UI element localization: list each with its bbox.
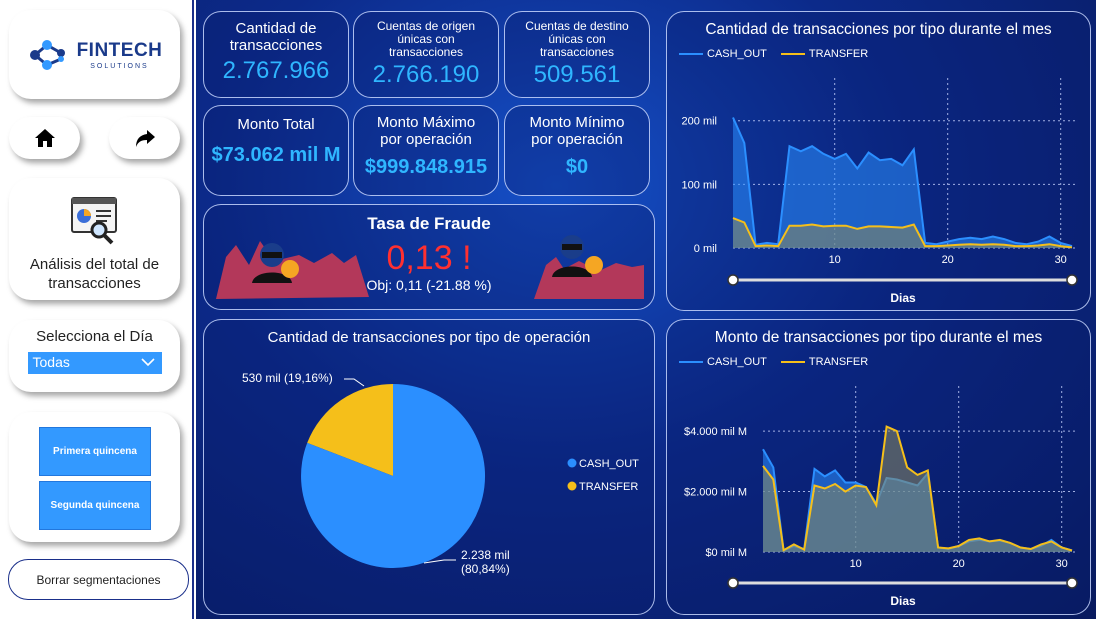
analysis-report-icon <box>70 197 117 245</box>
pie-legend-dot-cash_out <box>567 458 577 468</box>
kpi-monto-total-title: Monto Total <box>237 116 315 133</box>
pie-legend-dot-transfer <box>567 481 577 491</box>
home-icon <box>34 129 55 147</box>
kpi-monto-min-value: $0 <box>565 156 589 178</box>
pie-panel: Cantidad de transacciones por tipo de op… <box>203 319 655 615</box>
share-button[interactable] <box>109 117 180 159</box>
range-slider-handle-start <box>727 577 739 589</box>
logo-sub: SOLUTIONS <box>90 62 149 70</box>
kpi-destino-value: 509.561 <box>533 61 621 88</box>
x-axis-title: Dias <box>890 594 916 608</box>
fraud-value: 0,13 ! <box>386 239 472 277</box>
count-area-chart: 0 mil 100 mil 200 mil 10 20 30 Dias <box>682 78 1078 305</box>
day-select-value: Todas <box>32 354 70 370</box>
kpi-monto-max-value: $999.848.915 <box>364 156 488 178</box>
pie-label-cashout: 2.238 mil <box>461 548 510 562</box>
analysis-label: Análisis del total de transacciones <box>29 256 160 292</box>
logo-icon <box>29 39 65 70</box>
x-tick-label: 20 <box>953 558 965 570</box>
x-tick-label: 30 <box>1055 254 1067 266</box>
y-tick-label: 100 mil <box>682 179 717 191</box>
kpi-monto-min: Monto Mínimo por operación $0 <box>504 105 650 196</box>
pie-legend-label-transfer: TRANSFER <box>579 481 638 493</box>
x-tick-label: 30 <box>1056 558 1068 570</box>
y-tick-label: 200 mil <box>682 116 717 128</box>
y-tick-label: $0 mil M <box>705 547 747 559</box>
kpi-origen-title: Cuentas de origen únicas con transaccion… <box>376 19 476 59</box>
pie-label-transfer: 530 mil (19,16%) <box>242 371 333 385</box>
range-slider-handle-end <box>1066 577 1078 589</box>
amount-chart-panel: Monto de transacciones por tipo durante … <box>666 319 1091 615</box>
pie-legend-label-cash_out: CASH_OUT <box>579 458 639 470</box>
kpi-monto-max: Monto Máximo por operación $999.848.915 <box>353 105 499 196</box>
chevron-down-icon <box>140 358 155 367</box>
quincena-card: Primera quincena Segunda quincena <box>9 412 180 542</box>
count-chart-panel: Cantidad de transacciones por tipo duran… <box>666 11 1091 311</box>
x-tick-label: 10 <box>850 558 862 570</box>
pie-leader-line <box>344 378 365 387</box>
analysis-card[interactable]: Análisis del total de transacciones <box>9 178 180 300</box>
y-tick-label: 0 mil <box>694 243 717 255</box>
logo-card: FINTECH SOLUTIONS <box>9 10 180 99</box>
day-filter-card: Selecciona el Día Todas <box>9 320 180 392</box>
pie-chart: 530 mil (19,16%) 2.238 mil(80,84%) CASH_OU… <box>242 371 639 576</box>
y-tick-label: $2.000 mil M <box>684 487 747 499</box>
day-select[interactable]: Todas <box>27 352 162 374</box>
x-axis-title: Dias <box>890 291 916 305</box>
dashboard-main: Cantidad de transacciones 2.767.966 Cuen… <box>196 0 1096 619</box>
kpi-monto-min-title: Monto Mínimo por operación <box>529 114 625 148</box>
pie-label-cashout-pct: (80,84%) <box>461 562 510 576</box>
amount-area-chart: $0 mil M $2.000 mil M $4.000 mil M 10 20 30 Di… <box>684 386 1078 608</box>
range-slider-handle-end <box>1066 274 1078 286</box>
share-arrow-icon <box>135 130 155 147</box>
kpi-monto-total: Monto Total $73.062 mil M <box>203 105 349 196</box>
clear-filters-button[interactable]: Borrar segmentaciones <box>8 559 189 600</box>
fraud-target: Obj: 0,11 (-21.88 %) <box>366 277 492 293</box>
kpi-origen-value: 2.766.190 <box>372 61 480 88</box>
kpi-cantidad-value: 2.767.966 <box>222 57 330 84</box>
kpi-cantidad-title: Cantidad de transacciones <box>229 20 323 54</box>
home-button[interactable] <box>9 117 80 159</box>
series-area-transfer <box>763 426 1072 552</box>
x-tick-label: 20 <box>942 254 954 266</box>
kpi-monto-max-title: Monto Máximo por operación <box>376 114 476 148</box>
kpi-origen: Cuentas de origen únicas con transaccion… <box>353 11 499 98</box>
segunda-quincena-button[interactable]: Segunda quincena <box>39 481 151 530</box>
primera-quincena-button[interactable]: Primera quincena <box>39 427 151 476</box>
kpi-destino: Cuentas de destino únicas con transaccio… <box>504 11 650 98</box>
kpi-cantidad: Cantidad de transacciones 2.767.966 <box>203 11 349 98</box>
kpi-destino-title: Cuentas de destino únicas con transaccio… <box>525 19 629 59</box>
x-tick-label: 10 <box>829 254 841 266</box>
kpi-monto-total-value: $73.062 mil M <box>211 144 341 166</box>
range-slider-handle-start <box>727 274 739 286</box>
logo-text: FINTECH SOLUTIONS <box>77 40 163 70</box>
y-tick-label: $4.000 mil M <box>684 426 747 438</box>
day-filter-label: Selecciona el Día <box>36 328 153 345</box>
fraud-panel: Tasa de Fraude 0,13 ! Obj: 0,11 (-21.88 … <box>203 204 655 310</box>
logo-name: FINTECH <box>76 39 163 61</box>
sidebar: FINTECH SOLUTIONS Análisis del total de … <box>0 0 194 619</box>
